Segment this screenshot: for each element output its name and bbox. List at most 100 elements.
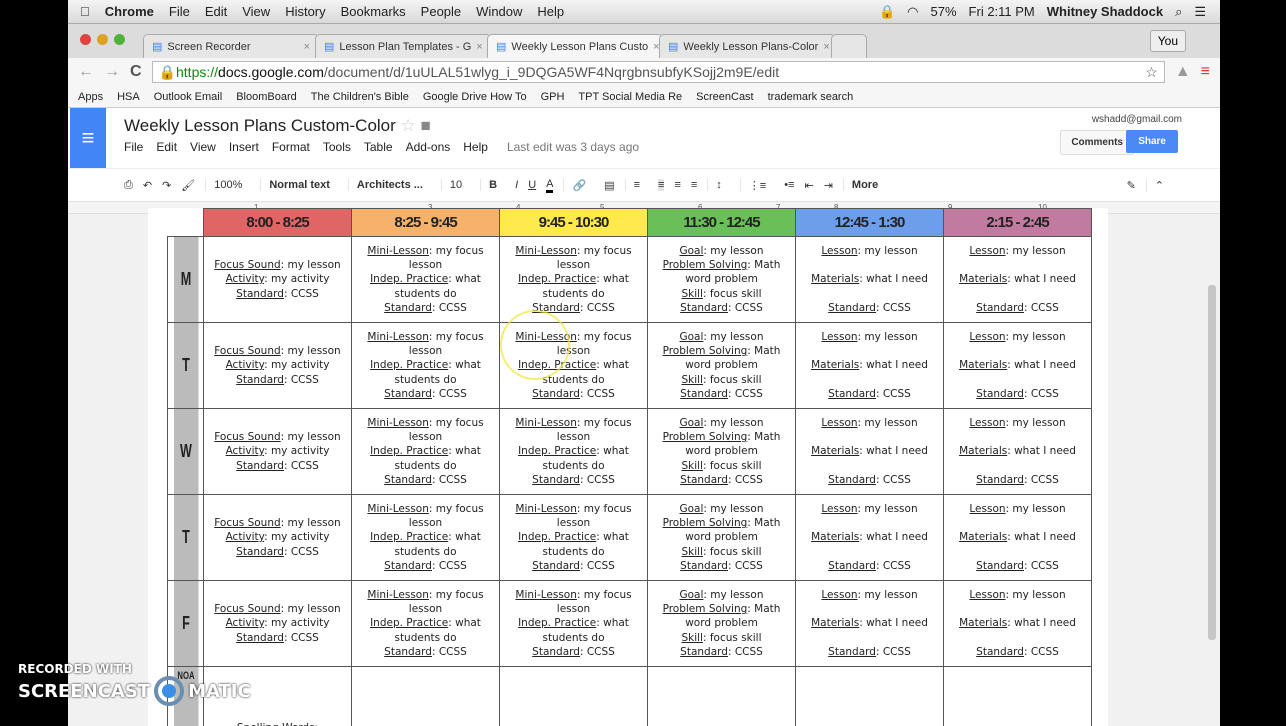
table-cell[interactable]: Lesson: my lesson Materials: what I need… [795, 236, 944, 323]
star-icon[interactable]: ☆ [401, 116, 416, 135]
battery-status[interactable]: 57% [931, 4, 957, 19]
new-tab-button[interactable] [831, 34, 867, 58]
time-header[interactable]: 11:30 - 12:45 [647, 208, 796, 237]
table-cell[interactable]: Mini-Lesson: my focus lesson Indep. Pract… [351, 236, 500, 323]
menu-history[interactable]: History [285, 4, 325, 19]
lock-icon[interactable]: 🔒 [879, 4, 895, 20]
bulleted-list-icon[interactable]: •≡ [784, 179, 794, 191]
table-cell[interactable] [943, 666, 1092, 726]
table-cell[interactable]: Lesson: my lesson Materials: what I need… [943, 408, 1092, 495]
comments-button[interactable]: Comments [1060, 130, 1134, 155]
table-cell[interactable]: Mini-Lesson: my focus lesson Indep. Pract… [351, 322, 500, 409]
underline-button[interactable]: U [528, 179, 536, 191]
table-cell[interactable] [499, 666, 648, 726]
reload-icon[interactable]: C [130, 63, 142, 81]
day-label[interactable]: F [172, 580, 199, 667]
zoom-window-button[interactable] [114, 34, 125, 45]
more-button[interactable]: More [842, 179, 886, 191]
comment-icon[interactable]: ▤ [604, 179, 614, 192]
time-header[interactable]: 8:25 - 9:45 [351, 208, 500, 237]
list-icon[interactable]: ☰ [1194, 4, 1206, 20]
docs-menu-file[interactable]: File [124, 140, 143, 154]
table-cell[interactable]: Mini-Lesson: my focus lesson Indep. Pract… [351, 494, 500, 581]
table-cell[interactable]: Focus Sound: my lesson Activity: my activ… [203, 494, 352, 581]
profile-button[interactable]: You [1149, 30, 1186, 52]
scrollbar[interactable] [1208, 285, 1216, 640]
table-cell[interactable]: Mini-Lesson: my focus lesson Indep. Pract… [499, 494, 648, 581]
table-cell[interactable]: Lesson: my lesson Materials: what I need… [943, 322, 1092, 409]
last-edit-link[interactable]: Last edit was 3 days ago [507, 140, 639, 154]
table-cell[interactable]: Goal: my lesson Problem Solving: Math wor… [647, 322, 796, 409]
menu-app[interactable]: Chrome [105, 4, 154, 19]
bookmark-item[interactable]: GPH [541, 91, 565, 103]
table-cell[interactable]: Lesson: my lesson Materials: what I need… [795, 580, 944, 667]
minimize-window-button[interactable] [97, 34, 108, 45]
paint-format-icon[interactable]: 🖌 [181, 179, 195, 192]
chrome-menu-icon[interactable]: ≡ [1201, 63, 1210, 81]
table-cell[interactable]: Mini-Lesson: my focus lesson Indep. Pract… [351, 580, 500, 667]
table-cell[interactable]: Focus Sound: my lesson Activity: my activ… [203, 408, 352, 495]
table-cell[interactable]: Mini-Lesson: my focus lesson Indep. Pract… [499, 236, 648, 323]
drive-icon[interactable]: ▲ [1175, 63, 1191, 81]
bookmark-item[interactable]: Outlook Email [154, 91, 222, 103]
table-cell[interactable]: Lesson: my lesson Materials: what I need… [943, 236, 1092, 323]
line-spacing-icon[interactable]: ↕ [707, 179, 730, 191]
table-cell[interactable]: Focus Sound: my lesson Activity: my activ… [203, 580, 352, 667]
table-cell[interactable]: Lesson: my lesson Materials: what I need… [943, 580, 1092, 667]
day-label[interactable]: T [172, 494, 199, 581]
decrease-indent-icon[interactable]: ⇤ [804, 179, 813, 192]
text-color-button[interactable]: A [546, 178, 554, 193]
table-cell[interactable]: Mini-Lesson: my focus lesson Indep. Pract… [351, 408, 500, 495]
increase-indent-icon[interactable]: ⇥ [824, 179, 833, 192]
table-cell[interactable]: Goal: my lesson Problem Solving: Math wor… [647, 408, 796, 495]
table-cell[interactable]: Lesson: my lesson Materials: what I need… [795, 494, 944, 581]
bookmark-item[interactable]: Google Drive How To [423, 91, 527, 103]
docs-menu-tools[interactable]: Tools [323, 140, 351, 154]
link-icon[interactable]: 🔗 [563, 178, 594, 192]
url-input[interactable]: 🔒 https:// docs.google.com /document/d/1… [151, 61, 1165, 83]
menu-view[interactable]: View [242, 4, 270, 19]
docs-menu-edit[interactable]: Edit [156, 140, 177, 154]
time-header[interactable]: 9:45 - 10:30 [499, 208, 648, 237]
table-cell[interactable] [795, 666, 944, 726]
back-icon[interactable]: ← [78, 63, 94, 81]
docs-logo-icon[interactable]: ≡ [70, 108, 106, 168]
bookmark-item[interactable]: TPT Social Media Re [578, 91, 682, 103]
redo-icon[interactable]: ↷ [162, 179, 171, 192]
docs-menu-add-ons[interactable]: Add-ons [406, 140, 451, 154]
justify-icon[interactable]: ≡ [691, 179, 697, 191]
star-icon[interactable]: ☆ [1145, 64, 1158, 81]
table-cell[interactable]: Mini-Lesson: my focus lesson Indep. Pract… [499, 408, 648, 495]
table-cell[interactable]: Lesson: my lesson Materials: what I need… [943, 494, 1092, 581]
tab-close-icon[interactable]: × [476, 41, 482, 53]
align-center-icon[interactable]: ≡ [658, 179, 665, 191]
menu-file[interactable]: File [169, 4, 190, 19]
bookmark-item[interactable]: HSA [117, 91, 140, 103]
table-cell[interactable] [351, 666, 500, 726]
apple-icon[interactable]:  [80, 4, 90, 19]
docs-menu-table[interactable]: Table [364, 140, 393, 154]
time-header[interactable]: 12:45 - 1:30 [795, 208, 944, 237]
numbered-list-icon[interactable]: ⋮≡ [739, 178, 774, 192]
day-label[interactable]: W [172, 408, 199, 495]
menu-bookmarks[interactable]: Bookmarks [341, 4, 406, 19]
browser-tab[interactable]: ▤ Weekly Lesson Plans-Color × [659, 34, 835, 58]
align-left-icon[interactable]: ≡ [624, 179, 648, 191]
forward-icon[interactable]: → [104, 63, 120, 81]
browser-tab[interactable]: ▤ Weekly Lesson Plans Custo × [487, 34, 663, 58]
font-select[interactable]: Architects ... [347, 179, 431, 191]
table-cell[interactable]: Lesson: my lesson Materials: what I need… [795, 322, 944, 409]
table-cell[interactable]: Goal: my lesson Problem Solving: Math wor… [647, 236, 796, 323]
menu-window[interactable]: Window [476, 4, 522, 19]
share-button[interactable]: Share [1126, 130, 1178, 153]
menu-edit[interactable]: Edit [205, 4, 227, 19]
browser-tab[interactable]: ▤ Lesson Plan Templates - G × [315, 34, 491, 58]
bookmark-item[interactable]: Apps [78, 91, 103, 103]
document-title[interactable]: Weekly Lesson Plans Custom-Color ☆ ■ [124, 116, 431, 136]
table-cell[interactable]: Focus Sound: my lesson Activity: my activ… [203, 236, 352, 323]
tab-close-icon[interactable]: × [304, 41, 310, 53]
day-label[interactable]: M [172, 236, 199, 323]
style-select[interactable]: Normal text [260, 179, 338, 191]
undo-icon[interactable]: ↶ [143, 179, 152, 192]
print-icon[interactable]: ⎙ [124, 179, 133, 192]
